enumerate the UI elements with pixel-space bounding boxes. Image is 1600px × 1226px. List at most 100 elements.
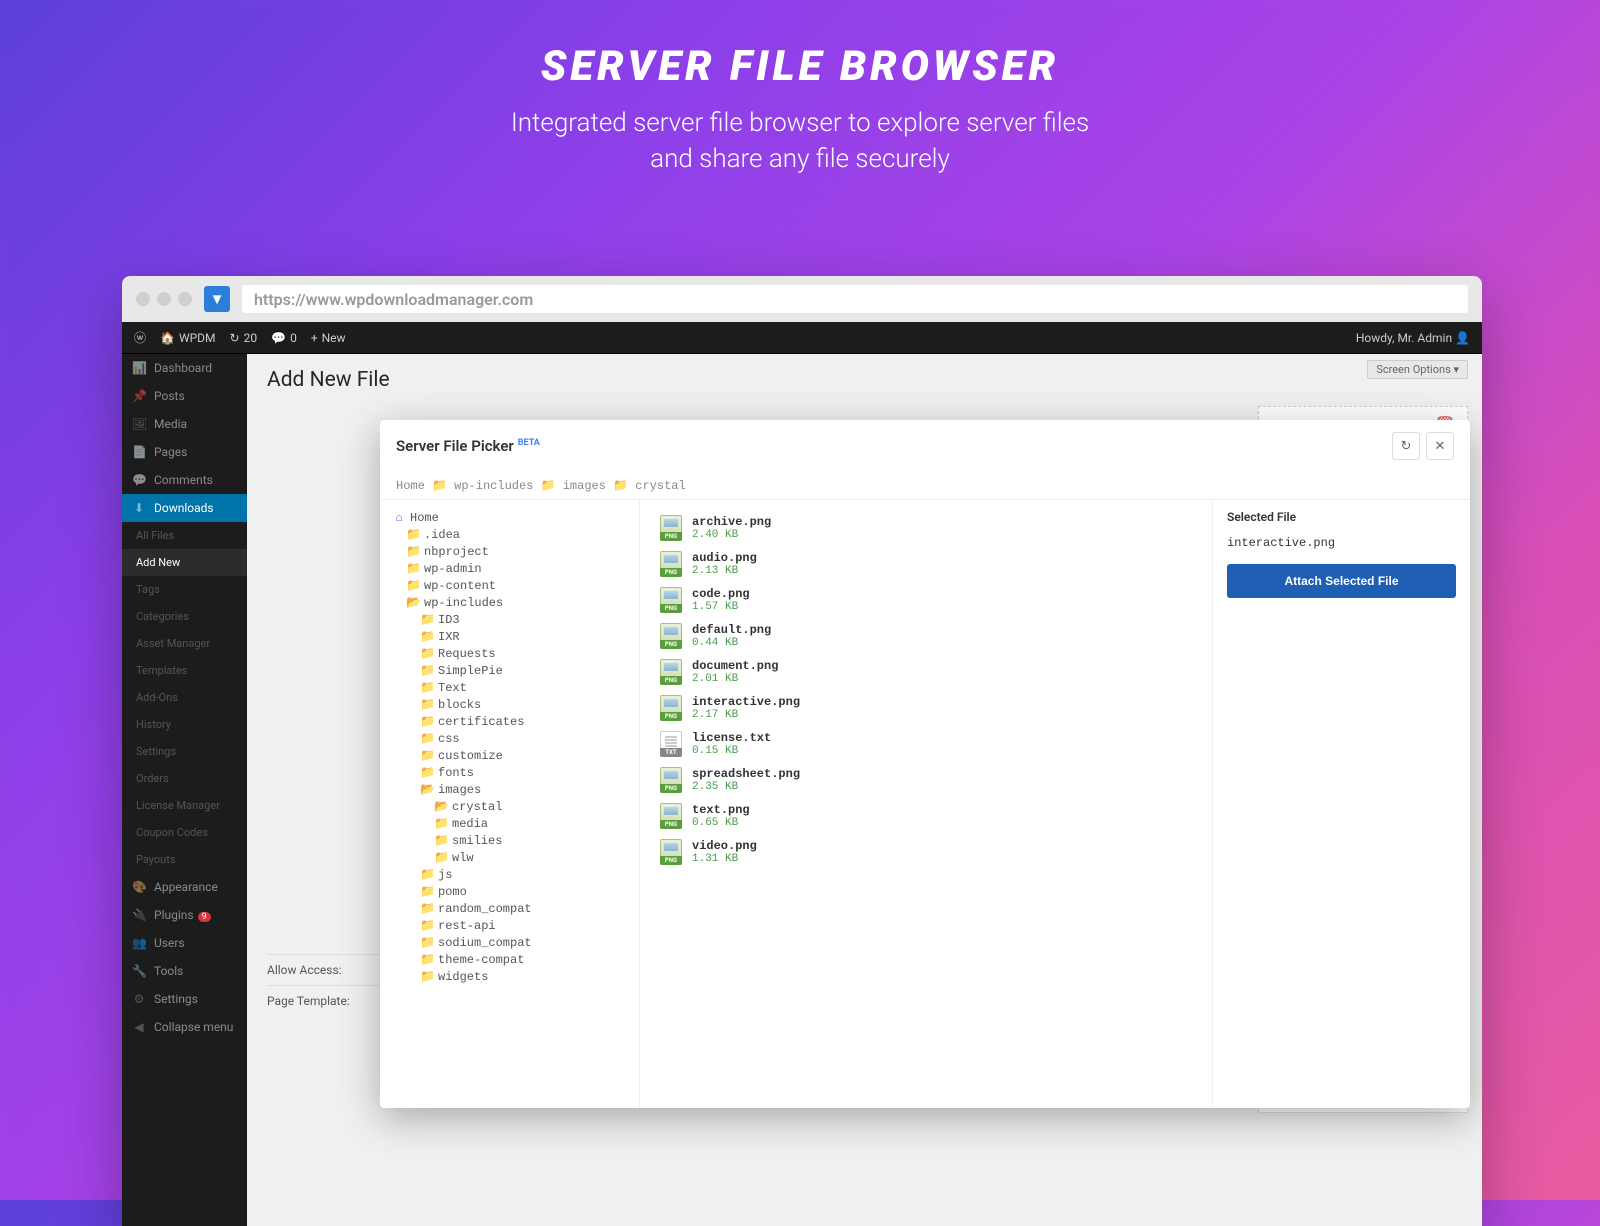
tree-item[interactable]: 📁blocks: [380, 696, 639, 713]
tree-item[interactable]: 📁theme-compat: [380, 951, 639, 968]
sidebar-item[interactable]: ⬇Downloads: [122, 494, 247, 522]
tree-item[interactable]: ⌂Home: [380, 510, 639, 526]
sidebar-subitem[interactable]: Tags: [122, 576, 247, 603]
sidebar-item[interactable]: 💬Comments: [122, 466, 247, 494]
file-row[interactable]: PNGdefault.png0.44 KB: [656, 618, 1196, 654]
modal-title: Server File PickerBETA: [396, 437, 540, 455]
close-button[interactable]: ✕: [1426, 432, 1454, 460]
file-size: 2.01 KB: [692, 673, 778, 685]
beta-badge: BETA: [518, 438, 540, 448]
file-row[interactable]: PNGdocument.png2.01 KB: [656, 654, 1196, 690]
close-dot[interactable]: [136, 292, 150, 306]
file-row[interactable]: PNGinteractive.png2.17 KB: [656, 690, 1196, 726]
sidebar-subitem[interactable]: Coupon Codes: [122, 819, 247, 846]
tree-item[interactable]: 📁widgets: [380, 968, 639, 985]
comments-link[interactable]: 💬 0: [271, 331, 297, 345]
file-row[interactable]: PNGvideo.png1.31 KB: [656, 834, 1196, 870]
folder-icon: 📁: [420, 918, 434, 933]
home-icon: ⌂: [392, 511, 406, 525]
browser-chrome: ▼ https://www.wpdownloadmanager.com: [122, 276, 1482, 322]
breadcrumb-segment[interactable]: images: [563, 479, 606, 493]
sidebar-subitem[interactable]: Templates: [122, 657, 247, 684]
file-row[interactable]: PNGcode.png1.57 KB: [656, 582, 1196, 618]
breadcrumb-segment[interactable]: wp-includes: [454, 479, 533, 493]
window-controls[interactable]: [136, 292, 192, 306]
file-row[interactable]: PNGtext.png0.65 KB: [656, 798, 1196, 834]
howdy-text[interactable]: Howdy, Mr. Admin 👤: [1356, 331, 1470, 345]
sidebar-subitem[interactable]: All Files: [122, 522, 247, 549]
sidebar-subitem[interactable]: Orders: [122, 765, 247, 792]
tree-item[interactable]: 📁wp-admin: [380, 560, 639, 577]
sidebar-icon: 🔌: [132, 908, 146, 922]
hero-title: SERVER FILE BROWSER: [0, 42, 1600, 91]
folder-icon: 📁: [420, 867, 434, 882]
sidebar-subitem[interactable]: History: [122, 711, 247, 738]
sidebar-item[interactable]: ◀Collapse menu: [122, 1013, 247, 1041]
sidebar-item[interactable]: 📄Pages: [122, 438, 247, 466]
sidebar-item[interactable]: 🖼Media: [122, 410, 247, 438]
sidebar-item[interactable]: 📌Posts: [122, 382, 247, 410]
tree-item[interactable]: 📁sodium_compat: [380, 934, 639, 951]
file-size: 0.65 KB: [692, 817, 750, 829]
sidebar-item[interactable]: 🔌Plugins9: [122, 901, 247, 929]
tree-item[interactable]: 📁Requests: [380, 645, 639, 662]
admin-sidebar: 📊Dashboard📌Posts🖼Media📄Pages💬Comments⬇Do…: [122, 354, 247, 1226]
tree-item[interactable]: 📁IXR: [380, 628, 639, 645]
tree-item[interactable]: 📁js: [380, 866, 639, 883]
tree-item[interactable]: 📁certificates: [380, 713, 639, 730]
sidebar-subitem[interactable]: Asset Manager: [122, 630, 247, 657]
breadcrumb-segment[interactable]: crystal: [635, 479, 685, 493]
file-row[interactable]: PNGarchive.png2.40 KB: [656, 510, 1196, 546]
refresh-button[interactable]: ↻: [1392, 432, 1420, 460]
file-row[interactable]: PNGspreadsheet.png2.35 KB: [656, 762, 1196, 798]
tree-item[interactable]: 📂crystal: [380, 798, 639, 815]
sidebar-subitem[interactable]: Categories: [122, 603, 247, 630]
folder-icon: 📁: [420, 748, 434, 763]
sidebar-item[interactable]: 🎨Appearance: [122, 873, 247, 901]
tree-item[interactable]: 📁pomo: [380, 883, 639, 900]
tree-item[interactable]: 📁smilies: [380, 832, 639, 849]
sidebar-subitem[interactable]: Add New: [122, 549, 247, 576]
sidebar-item[interactable]: 🔧Tools: [122, 957, 247, 985]
file-row[interactable]: TXTlicense.txt0.15 KB: [656, 726, 1196, 762]
url-bar[interactable]: https://www.wpdownloadmanager.com: [242, 285, 1468, 313]
file-name: archive.png: [692, 515, 771, 529]
sidebar-icon: 📊: [132, 361, 146, 375]
tree-item[interactable]: 📁nbproject: [380, 543, 639, 560]
new-link[interactable]: + New: [311, 331, 346, 345]
file-picker-modal: Server File PickerBETA ↻ ✕ Home 📁 wp-inc…: [380, 420, 1470, 1108]
tree-item[interactable]: 📁fonts: [380, 764, 639, 781]
tree-item[interactable]: 📁ID3: [380, 611, 639, 628]
sidebar-subitem[interactable]: Settings: [122, 738, 247, 765]
min-dot[interactable]: [157, 292, 171, 306]
updates-link[interactable]: ↻ 20: [230, 331, 258, 345]
max-dot[interactable]: [178, 292, 192, 306]
tree-item[interactable]: 📁SimplePie: [380, 662, 639, 679]
tree-item[interactable]: 📁customize: [380, 747, 639, 764]
folder-icon: 📁: [420, 765, 434, 780]
sidebar-subitem[interactable]: Payouts: [122, 846, 247, 873]
tree-item[interactable]: 📂wp-includes: [380, 594, 639, 611]
attach-selected-button[interactable]: Attach Selected File: [1227, 564, 1456, 598]
png-file-icon: PNG: [660, 623, 682, 649]
tree-item[interactable]: 📁Text: [380, 679, 639, 696]
file-name: audio.png: [692, 551, 757, 565]
tree-item[interactable]: 📂images: [380, 781, 639, 798]
tree-item[interactable]: 📁media: [380, 815, 639, 832]
file-row[interactable]: PNGaudio.png2.13 KB: [656, 546, 1196, 582]
screen-options-tab[interactable]: Screen Options ▾: [1367, 360, 1468, 379]
sidebar-subitem[interactable]: License Manager: [122, 792, 247, 819]
breadcrumb-segment[interactable]: Home: [396, 479, 425, 493]
sidebar-item[interactable]: 📊Dashboard: [122, 354, 247, 382]
tree-item[interactable]: 📁css: [380, 730, 639, 747]
tree-item[interactable]: 📁wlw: [380, 849, 639, 866]
sidebar-subitem[interactable]: Add-Ons: [122, 684, 247, 711]
tree-item[interactable]: 📁wp-content: [380, 577, 639, 594]
sidebar-item[interactable]: ⚙Settings: [122, 985, 247, 1013]
tree-item[interactable]: 📁.idea: [380, 526, 639, 543]
tree-item[interactable]: 📁rest-api: [380, 917, 639, 934]
sidebar-item[interactable]: 👥Users: [122, 929, 247, 957]
site-link[interactable]: 🏠 WPDM: [160, 331, 216, 345]
wp-logo-icon[interactable]: ⓦ: [134, 329, 146, 346]
tree-item[interactable]: 📁random_compat: [380, 900, 639, 917]
